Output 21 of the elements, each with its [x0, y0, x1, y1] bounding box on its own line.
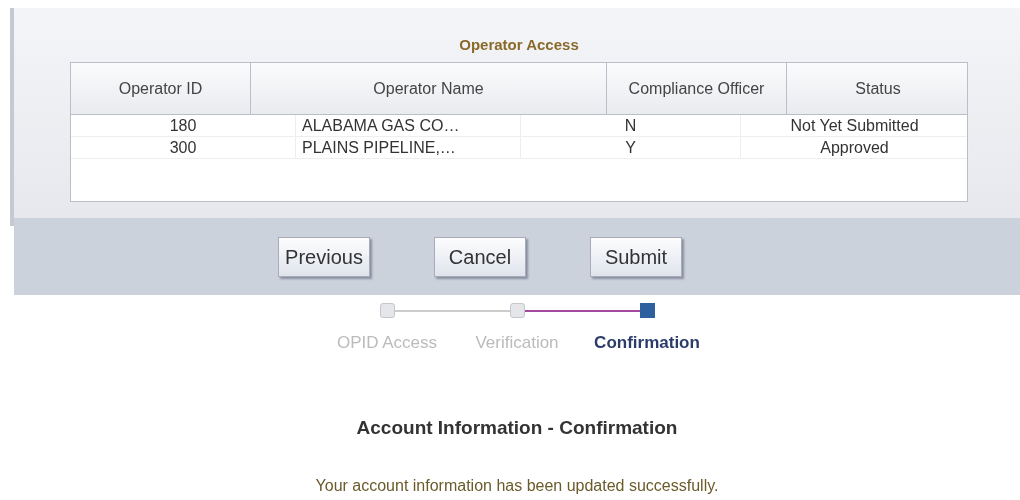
table-cell: Y [521, 137, 741, 158]
table-cell: N [521, 115, 741, 136]
column-header: Operator Name [251, 63, 607, 114]
step-label: Verification [475, 332, 559, 354]
table-cell: ALABAMA GAS CO… [296, 115, 521, 136]
step-label: OPID Access [336, 332, 438, 354]
success-message: Your account information has been updated successfully. [314, 476, 720, 496]
table-cell: Approved [741, 137, 969, 158]
action-button[interactable]: Submit [590, 236, 682, 277]
table-cell: 180 [71, 115, 296, 136]
column-header: Compliance Officer [607, 63, 787, 114]
step-label: Confirmation [594, 332, 700, 354]
table-cell: 300 [71, 137, 296, 158]
action-button[interactable]: Cancel [434, 236, 526, 277]
action-button[interactable]: Previous [278, 236, 370, 277]
page-heading: Account Information - Confirmation [355, 415, 679, 440]
column-header: Operator ID [71, 63, 251, 114]
table-cell: Not Yet Submitted [741, 115, 969, 136]
column-header: Status [854, 78, 902, 99]
table-cell: PLAINS PIPELINE,… [296, 137, 521, 158]
panel-title: Operator Access [458, 35, 580, 55]
